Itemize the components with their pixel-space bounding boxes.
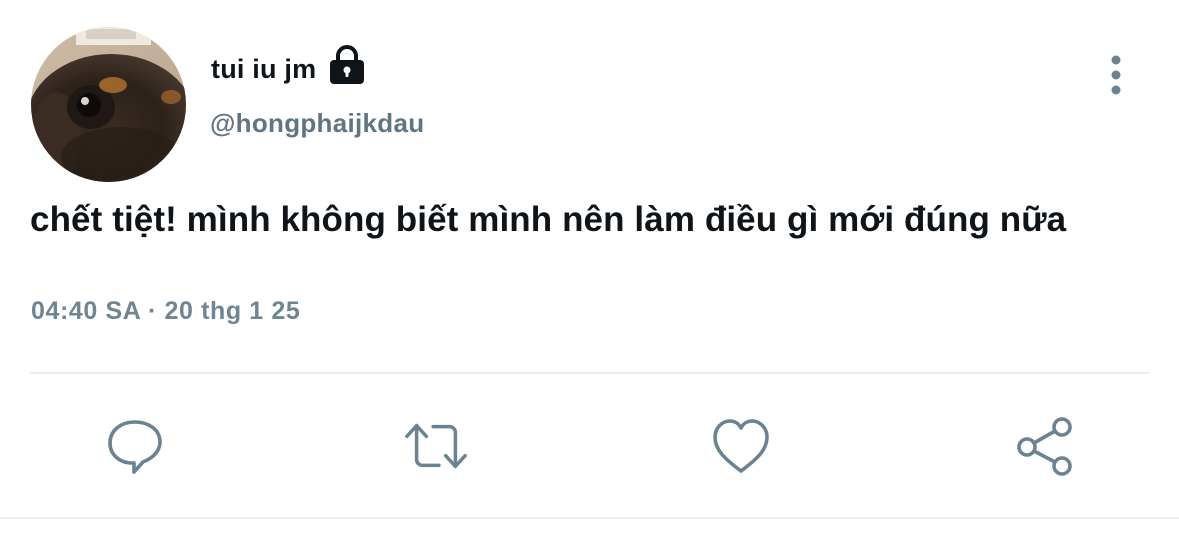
lock-icon [330,45,365,84]
comment-icon [108,420,162,474]
like-button[interactable] [709,414,773,478]
share-button[interactable] [1013,414,1077,478]
reply-button[interactable] [103,414,167,478]
retweet-icon [405,423,467,469]
tweet-timestamp[interactable]: 04:40 SA · 20 thg 1 25 [31,297,300,326]
avatar-dog-photo-icon [31,27,186,182]
name-row: tui iu jm [211,44,368,94]
share-icon [1017,417,1072,476]
divider [30,372,1150,374]
display-name[interactable]: tui iu jm [211,54,316,85]
tweet-card: tui iu jm @hongphaijkdau chết tiệt! mình… [0,0,1179,537]
tweet-date: 20 thg 1 25 [164,297,301,325]
tweet-time: 04:40 SA [31,297,141,325]
more-vertical-icon[interactable] [1100,54,1132,98]
user-handle[interactable]: @hongphaijkdau [210,108,424,139]
tweet-text: chết tiệt! mình không biết mình nên làm … [30,200,1067,239]
bottom-divider [0,517,1179,519]
meta-separator: · [148,297,157,325]
heart-icon [713,419,769,473]
avatar[interactable] [31,27,186,182]
retweet-button[interactable] [404,414,468,478]
